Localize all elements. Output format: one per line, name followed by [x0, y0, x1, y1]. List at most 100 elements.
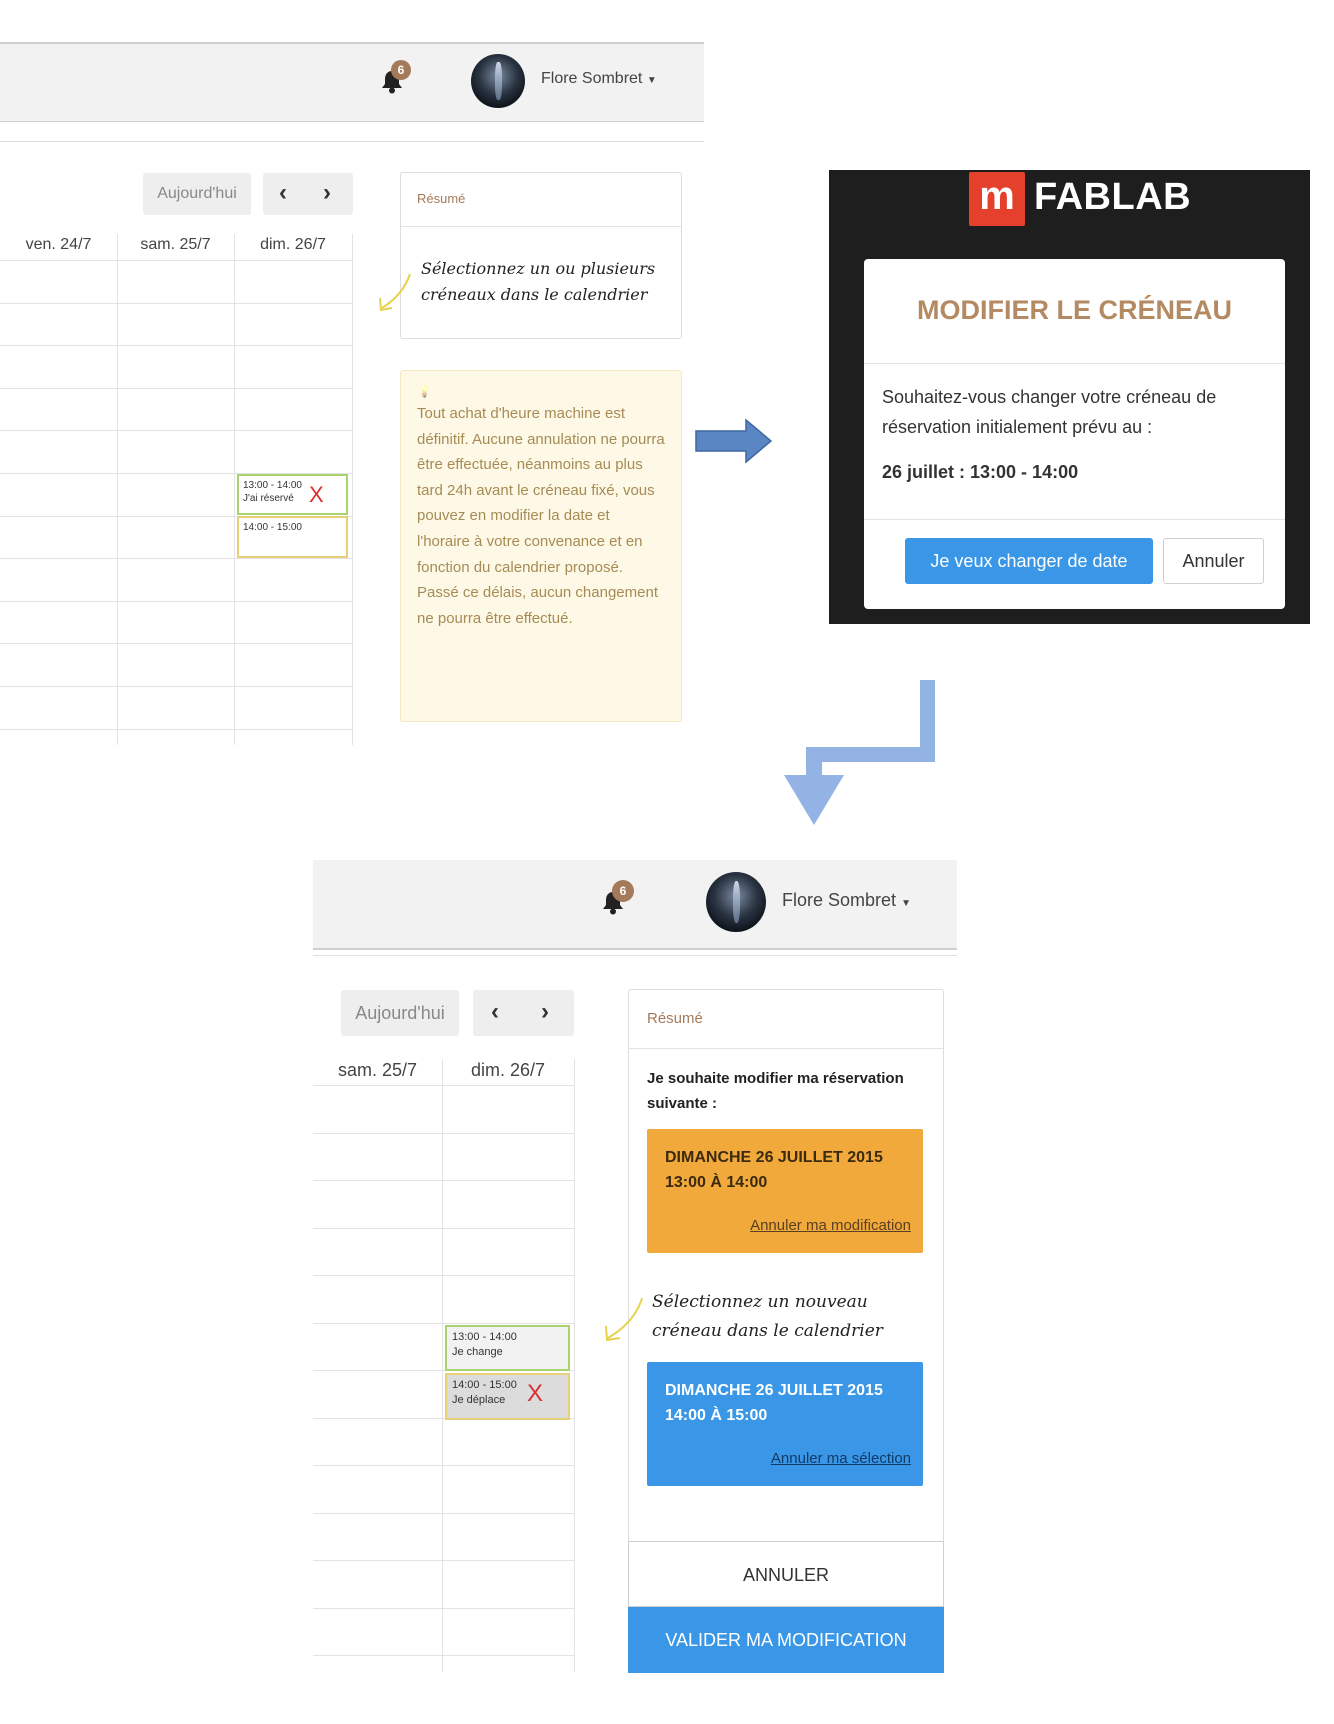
divider [401, 226, 681, 227]
modal-message: Souhaitez-vous changer votre créneau de … [882, 387, 1217, 437]
user-menu[interactable]: Flore Sombret ▼ [541, 70, 657, 88]
warning-note: 💡 Tout achat d'heure machine est définit… [400, 370, 682, 722]
next-button[interactable]: › [323, 173, 331, 213]
flow-arrow-right-icon [694, 418, 774, 464]
current-reservation: DIMANCHE 26 JUILLET 2015 13:00 À 14:00 A… [647, 1129, 923, 1253]
grid-row-line [0, 686, 352, 687]
validate-modification-button[interactable]: VALIDER MA MODIFICATION [628, 1607, 944, 1673]
user-name: Flore Sombret [541, 70, 643, 87]
close-icon[interactable]: X [309, 484, 324, 506]
nav-arrows: ‹ › [263, 173, 353, 215]
event-label: Je change [452, 1346, 503, 1358]
divider [313, 955, 957, 956]
reservation-date: DIMANCHE 26 JUILLET 2015 [665, 1149, 883, 1166]
next-button[interactable]: › [541, 990, 549, 1034]
divider [629, 1048, 943, 1049]
grid-column-line [442, 1059, 443, 1672]
grid-row-line [313, 1275, 574, 1276]
grid-row-line [313, 1512, 574, 1514]
divider [864, 519, 1285, 520]
grid-column-line [352, 234, 353, 745]
divider [864, 363, 1285, 364]
summary-hint: Sélectionnez un ou plusieurs créneaux da… [421, 256, 681, 308]
modal-title: MODIFIER LE CRÉNEAU [916, 295, 1232, 325]
notification-badge: 6 [612, 880, 634, 902]
user-name: Flore Sombret [782, 890, 897, 910]
grid-row-line [313, 1560, 574, 1561]
calendar-event[interactable]: 14:00 - 15:00 [237, 516, 348, 558]
grid-row-line [313, 1085, 574, 1086]
grid-row-line [313, 1180, 574, 1181]
summary-card: Résumé Sélectionnez un ou plusieurs crén… [400, 172, 682, 339]
cancel-selection-link[interactable]: Annuler ma sélection [771, 1450, 911, 1467]
selection-hint: Sélectionnez un nouveau créneau dans le … [652, 1288, 942, 1346]
event-time: 14:00 - 15:00 [243, 522, 302, 533]
close-icon[interactable]: X [527, 1382, 543, 1406]
avatar[interactable] [471, 54, 525, 108]
event-label: Je déplace [452, 1394, 506, 1406]
reservation-date: DIMANCHE 26 JUILLET 2015 [665, 1382, 883, 1399]
summary-title: Résumé [647, 1010, 703, 1027]
summary-card: Résumé Je souhaite modifier ma réservati… [628, 989, 944, 1673]
cancel-button[interactable]: ANNULER [628, 1541, 944, 1607]
avatar[interactable] [706, 872, 766, 932]
divider [0, 141, 704, 142]
hint-line: créneaux dans le calendrier [421, 285, 648, 304]
new-reservation: DIMANCHE 26 JUILLET 2015 14:00 À 15:00 A… [647, 1362, 923, 1486]
nav-arrows: ‹ › [473, 990, 574, 1036]
grid-row-line [0, 600, 352, 602]
grid-row-line [0, 387, 352, 389]
confirm-change-button[interactable]: Je veux changer de date [905, 538, 1153, 584]
grid-row-line [0, 345, 352, 347]
hint-line: Sélectionnez un nouveau [652, 1292, 868, 1312]
user-menu[interactable]: Flore Sombret ▼ [782, 890, 911, 911]
cancel-button[interactable]: Annuler [1163, 538, 1264, 584]
column-header: sam. 25/7 [140, 236, 211, 253]
grid-column-line [117, 234, 118, 745]
logo-mark: m [969, 172, 1025, 226]
grid-row-line [313, 1132, 574, 1134]
grid-row-line [313, 1322, 574, 1324]
column-header: sam. 25/7 [337, 1060, 418, 1080]
today-button[interactable]: Aujourd'hui [143, 173, 251, 215]
hint-line: Sélectionnez un ou plusieurs [421, 259, 656, 278]
grid-row-line [313, 1227, 574, 1229]
grid-row-line [313, 1465, 574, 1466]
cancel-modification-link[interactable]: Annuler ma modification [750, 1217, 911, 1234]
intro-text: Je souhaite modifier ma réservation suiv… [647, 1070, 904, 1112]
prev-button[interactable]: ‹ [491, 990, 499, 1034]
grid-column-line [574, 1059, 575, 1672]
grid-row-line [313, 1607, 574, 1609]
calendar-event[interactable]: 13:00 - 14:00 Je change [445, 1325, 570, 1371]
note-text: Tout achat d'heure machine est définitif… [417, 405, 665, 627]
event-time: 13:00 - 14:00 [452, 1331, 517, 1343]
reservation-time: 13:00 À 14:00 [665, 1174, 768, 1191]
grid-row-line [0, 558, 352, 560]
grid-row-line [0, 260, 352, 261]
modal-slot: 26 juillet : 13:00 - 14:00 [882, 462, 1079, 482]
calendar-event[interactable]: 13:00 - 14:00 J'ai réservé X [237, 474, 348, 515]
pointer-arrow-icon [376, 272, 412, 321]
grid-row-line [0, 728, 352, 730]
flow-arrow-bent-icon [770, 680, 940, 830]
column-header: dim. 26/7 [260, 236, 326, 253]
grid-row-line [313, 1655, 574, 1656]
event-time: 14:00 - 15:00 [452, 1379, 517, 1391]
summary-title: Résumé [417, 191, 466, 206]
event-label: J'ai réservé [243, 493, 294, 504]
column-header: ven. 24/7 [25, 236, 92, 253]
grid-row-line [0, 643, 352, 645]
notification-badge: 6 [391, 60, 411, 80]
grid-row-line [0, 430, 352, 432]
modal-dialog: MODIFIER LE CRÉNEAU Souhaitez-vous chang… [864, 259, 1285, 609]
logo-text: FABLAB [1034, 176, 1192, 218]
caret-down-icon: ▼ [901, 898, 911, 909]
grid-column-line [234, 234, 235, 745]
today-button[interactable]: Aujourd'hui [341, 990, 459, 1036]
event-time: 13:00 - 14:00 [243, 480, 302, 491]
calendar-event[interactable]: 14:00 - 15:00 Je déplace X [445, 1373, 570, 1420]
pointer-arrow-icon [600, 1296, 644, 1351]
lightbulb-icon: 💡 [417, 384, 432, 398]
prev-button[interactable]: ‹ [279, 173, 287, 213]
column-header: dim. 26/7 [470, 1060, 546, 1080]
